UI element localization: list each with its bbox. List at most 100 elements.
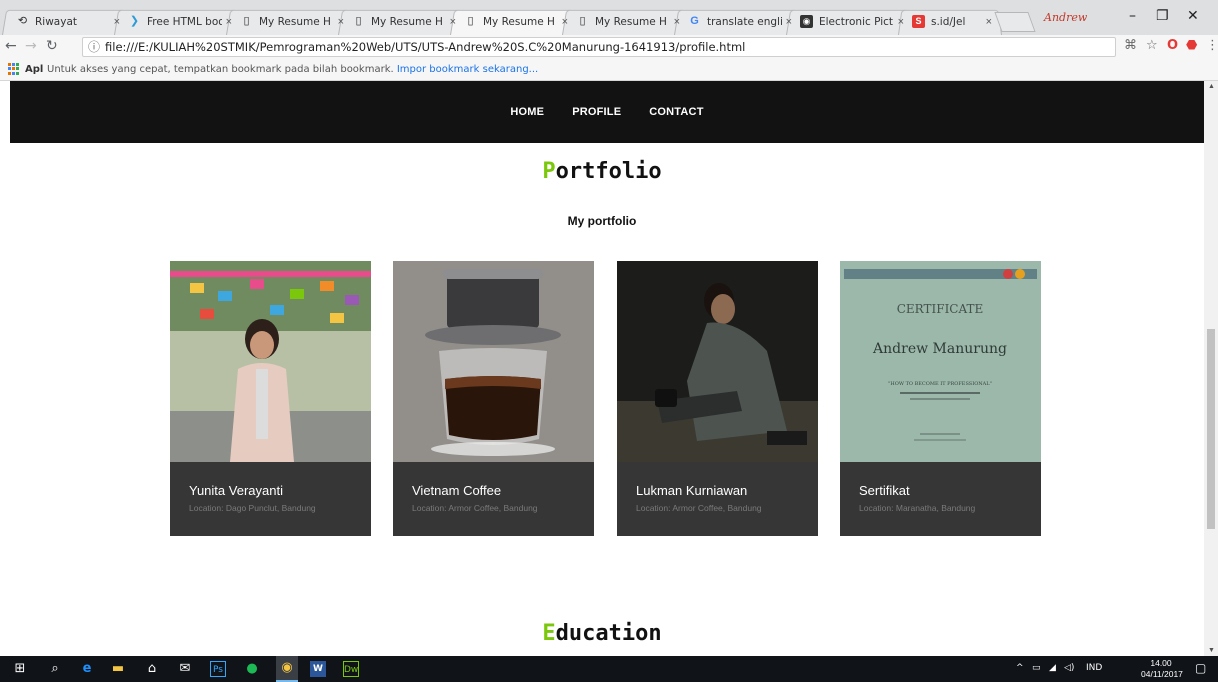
restore-icon[interactable]: ❐: [1156, 8, 1169, 24]
browser-tab[interactable]: ❯ Free HTML boo ×: [114, 8, 242, 36]
forward-icon[interactable]: →: [25, 38, 37, 54]
import-bookmarks-link[interactable]: Impor bookmark sekarang...: [397, 64, 538, 75]
tab-label: s.id/Jel: [931, 15, 966, 28]
file-explorer-icon[interactable]: ▬: [110, 661, 126, 677]
close-tab-icon[interactable]: ×: [786, 16, 792, 28]
minimize-icon[interactable]: –: [1129, 8, 1136, 24]
certificate-heading: CERTIFICATE: [897, 302, 984, 316]
browser-tab[interactable]: ▯ My Resume H ×: [226, 8, 354, 36]
page-icon: ▯: [467, 15, 474, 27]
clock-date: 04/11/2017: [1141, 669, 1183, 679]
browser-tab[interactable]: ◉ Electronic Pict ×: [786, 8, 914, 36]
apps-label[interactable]: Apl: [25, 64, 43, 75]
certificate-course: "HOW TO BECOME IT PROFESSIONAL": [888, 381, 992, 387]
close-tab-icon[interactable]: ×: [226, 16, 232, 28]
word-icon[interactable]: W: [310, 661, 326, 677]
tab-label: My Resume H: [371, 15, 443, 28]
portfolio-photo-certificate: CERTIFICATE Andrew Manurung "HOW TO BECO…: [840, 261, 1041, 462]
dreamweaver-icon[interactable]: Dw: [343, 661, 359, 677]
close-tab-icon[interactable]: ×: [114, 16, 120, 28]
browser-tab[interactable]: S s.id/Jel ×: [898, 8, 1002, 36]
portfolio-card-name: Yunita Verayanti: [189, 483, 283, 498]
new-tab-button[interactable]: [994, 12, 1036, 32]
sid-icon: S: [912, 15, 925, 28]
close-tab-icon[interactable]: ×: [450, 16, 456, 28]
close-tab-icon[interactable]: ×: [674, 16, 680, 28]
portfolio-title: Portfolio: [0, 159, 1204, 184]
tab-label: Free HTML boo: [147, 15, 222, 28]
history-icon: ⟲: [17, 15, 28, 27]
close-window-icon[interactable]: ✕: [1187, 8, 1199, 24]
portfolio-card[interactable]: Yunita Verayanti Location: Dago Punclut,…: [170, 261, 371, 536]
portfolio-title-initial: P: [542, 159, 556, 184]
portfolio-photo-lukman: [617, 261, 818, 462]
tab-label: My Resume H: [483, 15, 555, 28]
nav-contact[interactable]: CONTACT: [649, 106, 703, 118]
profile-name[interactable]: Andrew: [1044, 11, 1087, 24]
page-icon: ▯: [243, 15, 250, 27]
browser-toolbar: ← → ↻ ⓘ file:///E:/KULIAH%20STMIK/Pemrog…: [0, 35, 1218, 59]
apps-icon[interactable]: [8, 63, 20, 75]
scroll-up-icon[interactable]: ▲: [1208, 83, 1215, 90]
tray-chevron-icon[interactable]: ^: [1016, 663, 1024, 673]
browser-tab[interactable]: G translate engli ×: [674, 8, 802, 36]
portfolio-card-name: Sertifikat: [859, 483, 910, 498]
adblock-icon[interactable]: ⬣: [1186, 38, 1197, 53]
nav-profile[interactable]: PROFILE: [572, 106, 621, 118]
tab-label: Electronic Pict: [819, 15, 894, 28]
education-title-initial: E: [542, 621, 556, 646]
browser-tab[interactable]: ⟲ Riwayat ×: [2, 8, 130, 36]
spotify-icon[interactable]: ●: [244, 661, 260, 677]
search-icon[interactable]: ⌕: [47, 661, 63, 677]
bookmark-star-icon[interactable]: ☆: [1146, 38, 1158, 53]
portfolio-card-location: Location: Maranatha, Bandung: [859, 503, 976, 513]
address-bar[interactable]: ⓘ file:///E:/KULIAH%20STMIK/Pemrograman%…: [82, 37, 1116, 57]
language-indicator[interactable]: IND: [1086, 663, 1102, 673]
tab-label: My Resume H: [259, 15, 331, 28]
portfolio-card-name: Lukman Kurniawan: [636, 483, 748, 498]
portfolio-card[interactable]: Lukman Kurniawan Location: Armor Coffee,…: [617, 261, 818, 536]
bookmarks-bar: Apl Untuk akses yang cepat, tempatkan bo…: [0, 59, 1218, 81]
certificate-recipient: Andrew Manurung: [872, 341, 1007, 357]
url-text: file:///E:/KULIAH%20STMIK/Pemrograman%20…: [105, 40, 746, 54]
notifications-icon[interactable]: ▢: [1195, 661, 1206, 675]
translate-icon[interactable]: ⌘: [1124, 38, 1137, 53]
mail-icon[interactable]: ✉: [177, 661, 193, 677]
tab-label: translate engli: [707, 15, 782, 28]
windows-start-icon[interactable]: ⊞: [12, 661, 28, 677]
camera-icon: ◉: [800, 15, 813, 28]
volume-icon[interactable]: ◁): [1064, 663, 1074, 673]
chrome-icon[interactable]: ◉: [276, 656, 298, 682]
opera-icon[interactable]: O: [1167, 38, 1178, 53]
bookmark-hint: Untuk akses yang cepat, tempatkan bookma…: [47, 64, 538, 75]
portfolio-subtitle: My portfolio: [567, 214, 637, 228]
photoshop-icon[interactable]: Ps: [210, 661, 226, 677]
browser-tab[interactable]: ▯ My Resume H ×: [562, 8, 690, 36]
edge-icon[interactable]: e: [79, 661, 95, 677]
page-icon: ▯: [355, 15, 362, 27]
reload-icon[interactable]: ↻: [46, 38, 58, 54]
page-scrollbar[interactable]: ▲ ▼: [1204, 81, 1218, 656]
close-tab-icon[interactable]: ×: [986, 16, 992, 28]
menu-icon[interactable]: ⋮: [1206, 38, 1218, 53]
google-icon: G: [690, 15, 699, 27]
close-tab-icon[interactable]: ×: [898, 16, 904, 28]
back-icon[interactable]: ←: [5, 38, 17, 54]
portfolio-card[interactable]: Vietnam Coffee Location: Armor Coffee, B…: [393, 261, 594, 536]
browser-tab-active[interactable]: ▯ My Resume H ×: [450, 8, 578, 36]
portfolio-title-rest: ortfolio: [555, 159, 662, 184]
browser-tab[interactable]: ▯ My Resume H ×: [338, 8, 466, 36]
scrollbar-thumb[interactable]: [1207, 329, 1215, 529]
close-tab-icon[interactable]: ×: [338, 16, 344, 28]
store-icon[interactable]: ⌂: [144, 661, 160, 677]
battery-icon[interactable]: ▭: [1032, 663, 1041, 673]
close-tab-icon[interactable]: ×: [562, 16, 568, 28]
portfolio-card[interactable]: CERTIFICATE Andrew Manurung "HOW TO BECO…: [840, 261, 1041, 536]
info-icon[interactable]: ⓘ: [88, 38, 100, 56]
page-icon: ▯: [579, 15, 586, 27]
network-icon[interactable]: ◢: [1049, 663, 1056, 673]
taskbar-clock[interactable]: 14.00 04/11/2017: [1141, 658, 1183, 680]
scroll-down-icon[interactable]: ▼: [1208, 647, 1215, 654]
nav-home[interactable]: HOME: [510, 106, 544, 118]
portfolio-photo-coffee: [393, 261, 594, 462]
